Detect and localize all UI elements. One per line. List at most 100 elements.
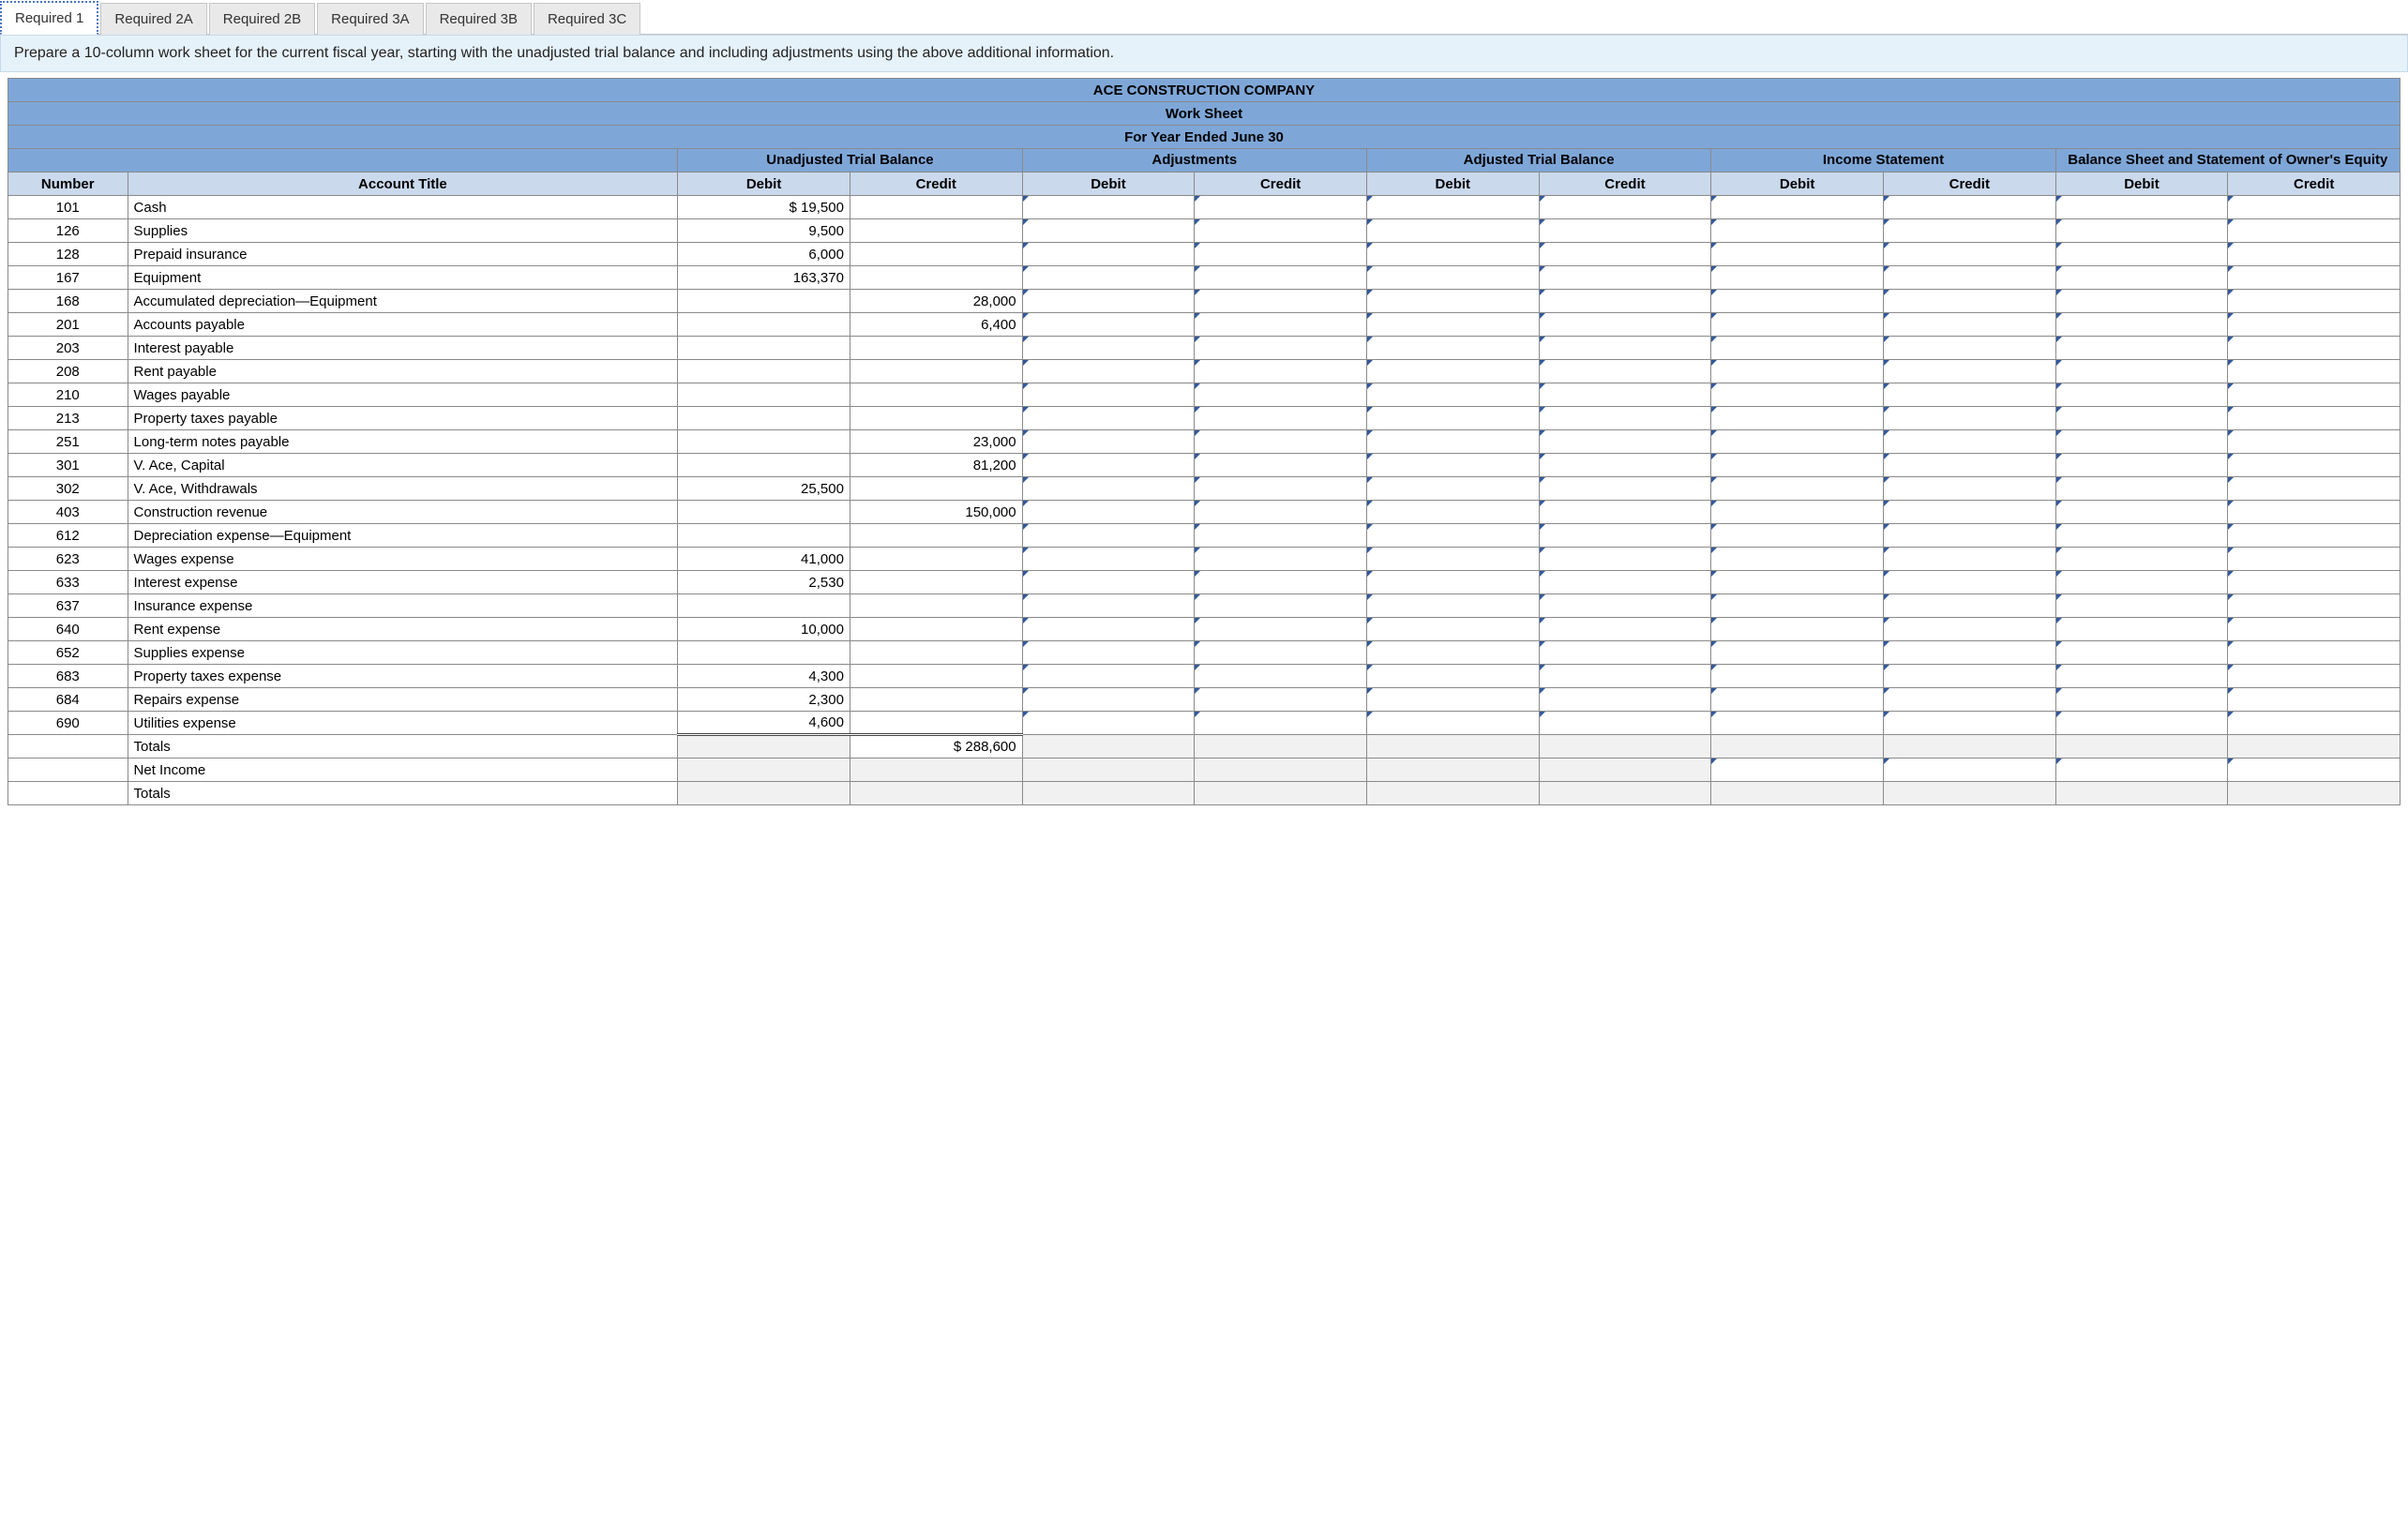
is-credit-cell[interactable] [1883, 243, 2055, 266]
bs-credit-cell[interactable] [2228, 430, 2400, 454]
adj-credit-cell[interactable] [1195, 266, 1367, 290]
atb-credit-cell[interactable] [1539, 430, 1711, 454]
adj-debit-cell[interactable] [1022, 266, 1195, 290]
atb-debit-cell[interactable] [1366, 430, 1539, 454]
bs-debit-cell[interactable] [2055, 594, 2228, 618]
is-debit-cell[interactable] [1711, 196, 1884, 219]
adj-credit-cell[interactable] [1195, 571, 1367, 594]
is-debit-cell[interactable] [1711, 477, 1884, 501]
atb-credit-cell[interactable] [1539, 454, 1711, 477]
atb-credit-cell[interactable] [1539, 712, 1711, 735]
bs-credit-cell[interactable] [2228, 313, 2400, 337]
is-debit-cell[interactable] [1711, 594, 1884, 618]
atb-credit-cell[interactable] [1539, 407, 1711, 430]
is-debit-cell[interactable] [1711, 313, 1884, 337]
is-credit-cell[interactable] [1883, 618, 2055, 641]
atb-credit-cell[interactable] [1539, 219, 1711, 243]
atb-credit-cell[interactable] [1539, 360, 1711, 383]
is-debit-cell[interactable] [1711, 219, 1884, 243]
adj-credit-cell[interactable] [1195, 196, 1367, 219]
atb-credit-cell[interactable] [1539, 641, 1711, 665]
bs-credit-cell[interactable] [2228, 571, 2400, 594]
is-debit-cell[interactable] [1711, 712, 1884, 735]
is-credit-cell[interactable] [1883, 196, 2055, 219]
is-debit-cell[interactable] [1711, 407, 1884, 430]
adj-debit-cell[interactable] [1022, 454, 1195, 477]
adj-debit-cell[interactable] [1022, 477, 1195, 501]
is-credit-cell[interactable] [1883, 313, 2055, 337]
bs-credit-cell[interactable] [2228, 688, 2400, 712]
bs-credit-cell[interactable] [2228, 641, 2400, 665]
is-credit-cell[interactable] [1883, 219, 2055, 243]
atb-credit-cell[interactable] [1539, 290, 1711, 313]
adj-debit-cell[interactable] [1022, 712, 1195, 735]
bs-credit-cell[interactable] [2228, 548, 2400, 571]
is-debit-cell[interactable] [1711, 454, 1884, 477]
is-debit-cell[interactable] [1711, 337, 1884, 360]
atb-debit-cell[interactable] [1366, 571, 1539, 594]
atb-credit-cell[interactable] [1539, 501, 1711, 524]
bs-credit-cell[interactable] [2228, 219, 2400, 243]
bs-debit-cell[interactable] [2055, 524, 2228, 548]
adj-debit-cell[interactable] [1022, 337, 1195, 360]
adj-debit-cell[interactable] [1022, 313, 1195, 337]
bs-debit-cell[interactable] [2055, 477, 2228, 501]
atb-credit-cell[interactable] [1539, 665, 1711, 688]
is-debit-cell[interactable] [1711, 430, 1884, 454]
is-credit-cell[interactable] [1883, 407, 2055, 430]
bs-credit-cell[interactable] [2228, 665, 2400, 688]
atb-credit-cell[interactable] [1539, 571, 1711, 594]
adj-credit-cell[interactable] [1195, 219, 1367, 243]
adj-debit-cell[interactable] [1022, 407, 1195, 430]
adj-credit-cell[interactable] [1195, 290, 1367, 313]
atb-credit-cell[interactable] [1539, 477, 1711, 501]
atb-debit-cell[interactable] [1366, 665, 1539, 688]
adj-credit-cell[interactable] [1195, 313, 1367, 337]
adj-debit-cell[interactable] [1022, 501, 1195, 524]
atb-credit-cell[interactable] [1539, 524, 1711, 548]
is-credit-cell[interactable] [1883, 290, 2055, 313]
atb-debit-cell[interactable] [1366, 501, 1539, 524]
adj-credit-cell[interactable] [1195, 712, 1367, 735]
is-credit-cell[interactable] [1883, 712, 2055, 735]
atb-credit-cell[interactable] [1539, 383, 1711, 407]
atb-credit-cell[interactable] [1539, 313, 1711, 337]
atb-debit-cell[interactable] [1366, 524, 1539, 548]
atb-debit-cell[interactable] [1366, 383, 1539, 407]
bs-debit-cell[interactable] [2055, 407, 2228, 430]
is-credit-cell[interactable] [1883, 266, 2055, 290]
is-debit-cell[interactable] [1711, 641, 1884, 665]
bs-credit-net[interactable] [2228, 758, 2400, 782]
adj-debit-cell[interactable] [1022, 688, 1195, 712]
adj-debit-cell[interactable] [1022, 430, 1195, 454]
is-debit-cell[interactable] [1711, 266, 1884, 290]
adj-credit-cell[interactable] [1195, 665, 1367, 688]
is-credit-cell[interactable] [1883, 688, 2055, 712]
is-debit-cell[interactable] [1711, 243, 1884, 266]
bs-credit-cell[interactable] [2228, 383, 2400, 407]
is-credit-cell[interactable] [1883, 383, 2055, 407]
adj-debit-cell[interactable] [1022, 594, 1195, 618]
bs-debit-cell[interactable] [2055, 337, 2228, 360]
bs-credit-cell[interactable] [2228, 501, 2400, 524]
tab-required-2a[interactable]: Required 2A [100, 3, 206, 35]
bs-credit-cell[interactable] [2228, 360, 2400, 383]
is-debit-net[interactable] [1711, 758, 1884, 782]
adj-debit-cell[interactable] [1022, 243, 1195, 266]
atb-credit-cell[interactable] [1539, 688, 1711, 712]
adj-credit-cell[interactable] [1195, 524, 1367, 548]
is-debit-cell[interactable] [1711, 688, 1884, 712]
atb-credit-cell[interactable] [1539, 337, 1711, 360]
atb-debit-cell[interactable] [1366, 641, 1539, 665]
atb-debit-cell[interactable] [1366, 360, 1539, 383]
atb-debit-cell[interactable] [1366, 594, 1539, 618]
is-credit-net[interactable] [1883, 758, 2055, 782]
bs-credit-cell[interactable] [2228, 594, 2400, 618]
adj-debit-cell[interactable] [1022, 618, 1195, 641]
bs-credit-cell[interactable] [2228, 196, 2400, 219]
is-credit-cell[interactable] [1883, 641, 2055, 665]
bs-credit-cell[interactable] [2228, 266, 2400, 290]
is-debit-cell[interactable] [1711, 548, 1884, 571]
atb-debit-cell[interactable] [1366, 219, 1539, 243]
atb-debit-cell[interactable] [1366, 337, 1539, 360]
